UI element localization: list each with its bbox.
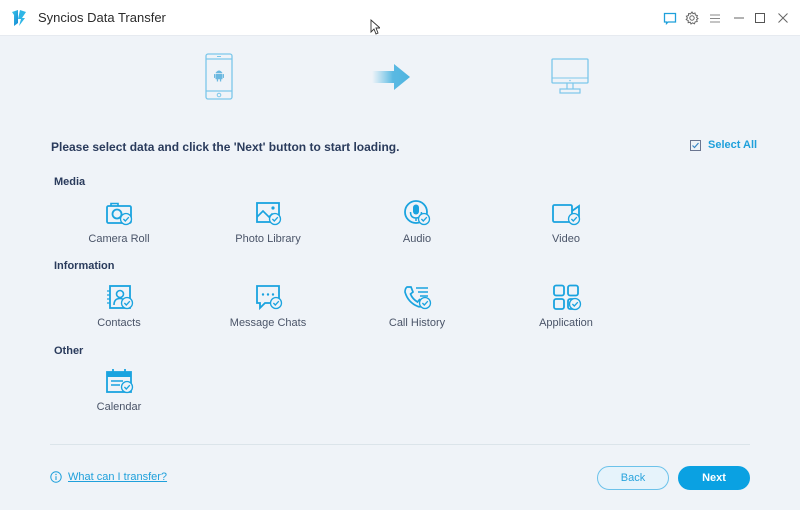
- item-audio[interactable]: Audio: [357, 200, 477, 252]
- syncios-logo-icon: [12, 10, 26, 26]
- item-application[interactable]: Application: [506, 284, 626, 336]
- item-label: Video: [552, 233, 580, 245]
- android-phone-icon: [205, 53, 233, 100]
- help-link[interactable]: What can I transfer?: [50, 471, 167, 483]
- item-photo-library[interactable]: Photo Library: [208, 200, 328, 252]
- feedback-button[interactable]: [662, 10, 678, 26]
- section-label-information: Information: [54, 260, 115, 272]
- help-link-label: What can I transfer?: [68, 471, 168, 483]
- select-all-label: Select All: [708, 139, 758, 151]
- item-calendar[interactable]: Calendar: [59, 368, 179, 420]
- maximize-button[interactable]: [752, 10, 768, 26]
- footer-divider: [50, 444, 750, 445]
- item-label: Photo Library: [235, 233, 301, 245]
- apps-grid-icon: [553, 284, 582, 311]
- item-message-chats[interactable]: Message Chats: [208, 284, 328, 336]
- section-label-media: Media: [54, 176, 86, 188]
- item-call-history[interactable]: Call History: [357, 284, 477, 336]
- calendar-icon: [106, 369, 134, 394]
- minimize-button[interactable]: [731, 10, 747, 26]
- photo-icon: [256, 202, 282, 226]
- title-bar: Syncios Data Transfer: [0, 0, 800, 36]
- contacts-icon: [107, 285, 134, 310]
- camera-icon: [106, 202, 133, 226]
- video-camera-icon: [552, 204, 581, 226]
- phone-call-icon: [404, 286, 432, 310]
- back-button[interactable]: Back: [597, 466, 669, 490]
- feedback-icon: [663, 12, 677, 25]
- minimize-icon: [734, 17, 744, 19]
- microphone-icon: [404, 200, 431, 226]
- instruction-text: Please select data and click the 'Next' …: [51, 140, 400, 154]
- settings-icon: [685, 11, 699, 25]
- item-label: Call History: [388, 317, 446, 329]
- settings-button[interactable]: [684, 10, 700, 26]
- item-label: Contacts: [97, 317, 141, 329]
- arrow-right-icon: [372, 64, 410, 90]
- item-label: Application: [539, 317, 593, 329]
- menu-button[interactable]: [707, 10, 723, 26]
- next-button[interactable]: Next: [678, 466, 750, 490]
- item-label: Camera Roll: [88, 233, 150, 245]
- select-all-checkbox[interactable]: Select All: [690, 139, 757, 151]
- checkbox-checked-icon: [690, 139, 701, 151]
- section-label-other: Other: [54, 345, 84, 357]
- item-label: Message Chats: [229, 317, 307, 329]
- app-title: Syncios Data Transfer: [38, 10, 166, 25]
- item-camera-roll[interactable]: Camera Roll: [59, 200, 179, 252]
- close-button[interactable]: [775, 10, 791, 26]
- mouse-cursor-icon: [370, 19, 380, 35]
- close-icon: [778, 13, 788, 23]
- item-contacts[interactable]: Contacts: [59, 284, 179, 336]
- info-icon: [50, 471, 62, 483]
- computer-monitor-icon: [551, 58, 589, 94]
- maximize-icon: [755, 13, 765, 23]
- message-icon: [256, 285, 283, 311]
- item-label: Audio: [402, 233, 432, 245]
- item-label: Calendar: [96, 401, 142, 413]
- menu-icon: [710, 14, 720, 22]
- item-video[interactable]: Video: [506, 200, 626, 252]
